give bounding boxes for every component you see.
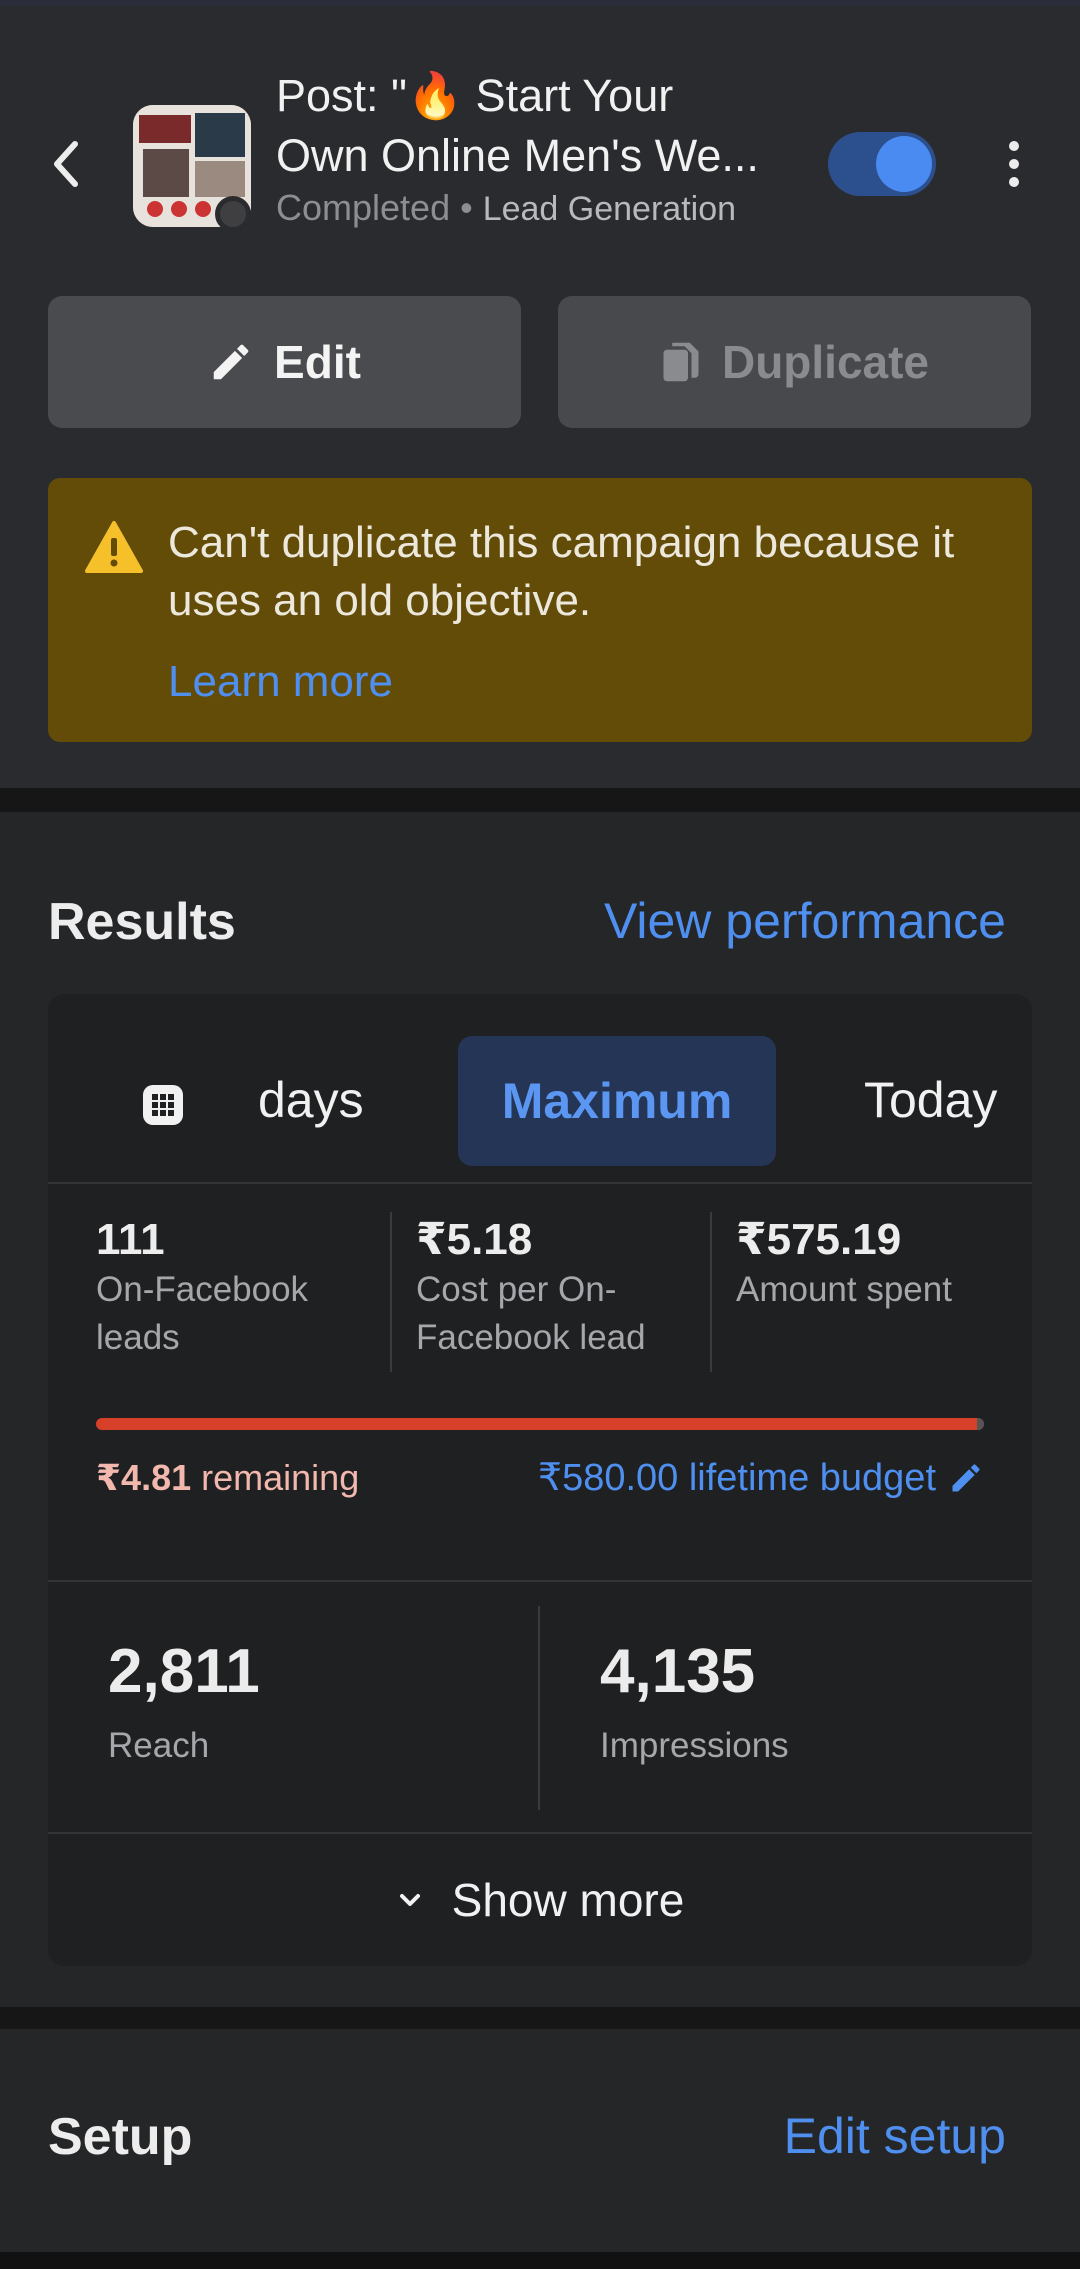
impressions-label: Impressions bbox=[600, 1726, 789, 1765]
separator: • bbox=[450, 187, 483, 228]
metric-divider bbox=[390, 1212, 392, 1372]
pencil-icon bbox=[952, 1464, 980, 1492]
pencil-icon bbox=[213, 344, 249, 380]
bottom-edge bbox=[0, 2252, 1080, 2269]
reach-label: Reach bbox=[108, 1726, 210, 1765]
remaining-label: remaining bbox=[201, 1457, 360, 1498]
section-divider bbox=[0, 788, 1080, 812]
edit-button-label: Edit bbox=[274, 336, 361, 388]
tab-today[interactable]: Today bbox=[864, 1070, 997, 1130]
budget-remaining-fill bbox=[976, 1418, 984, 1430]
toggle-knob bbox=[876, 136, 932, 192]
metric-divider bbox=[710, 1212, 712, 1372]
remaining-amount: ₹4.81 bbox=[96, 1457, 192, 1498]
warning-text: Can't duplicate this campaign because it… bbox=[168, 518, 955, 625]
results-section: Results View performance days Maximum To… bbox=[0, 812, 1080, 2007]
warning-icon bbox=[85, 521, 143, 573]
setup-section: Setup Edit setup bbox=[0, 2029, 1080, 2269]
budget-remaining: ₹4.81 remaining bbox=[96, 1454, 359, 1502]
edit-setup-link[interactable]: Edit setup bbox=[784, 2107, 1006, 2165]
metric-amount-spent: ₹575.19 Amount spent bbox=[736, 1214, 1016, 1314]
edit-button[interactable]: Edit bbox=[48, 296, 521, 428]
metric-value: ₹575.19 bbox=[736, 1215, 902, 1264]
duplicate-button[interactable]: Duplicate bbox=[558, 296, 1031, 428]
more-options-button[interactable] bbox=[994, 134, 1034, 194]
campaign-subtitle: Completed • Lead Generation bbox=[276, 186, 736, 231]
campaign-title-line2: Own Online Men's We... bbox=[276, 130, 759, 181]
show-more-button[interactable]: Show more bbox=[48, 1834, 1032, 1966]
metric-value: ₹5.18 bbox=[416, 1215, 533, 1264]
lifetime-budget-text: ₹580.00 lifetime budget bbox=[537, 1457, 936, 1499]
view-performance-link[interactable]: View performance bbox=[604, 892, 1006, 950]
card-divider bbox=[48, 1580, 1032, 1582]
metric-leads: 111 On-Facebook leads bbox=[96, 1214, 396, 1362]
results-title: Results bbox=[48, 893, 236, 951]
more-dot bbox=[1009, 159, 1019, 169]
status-text: Completed bbox=[276, 187, 451, 228]
calendar-icon[interactable] bbox=[140, 1082, 186, 1128]
duplicate-warning-banner: Can't duplicate this campaign because it… bbox=[48, 478, 1032, 742]
metric-label: Cost per On-Facebook lead bbox=[416, 1270, 646, 1357]
setup-title: Setup bbox=[48, 2108, 193, 2166]
metric-label: On-Facebook leads bbox=[96, 1270, 309, 1357]
section-divider bbox=[0, 2007, 1080, 2029]
date-range-tabs: days Maximum Today bbox=[48, 994, 1032, 1184]
metric-cost-per-lead: ₹5.18 Cost per On-Facebook lead bbox=[416, 1214, 726, 1362]
campaign-toggle[interactable] bbox=[828, 132, 936, 196]
metric-label: Amount spent bbox=[736, 1270, 952, 1309]
duplicate-icon bbox=[663, 342, 699, 382]
reach-stat: 2,811 Reach bbox=[108, 1632, 260, 1774]
status-dot bbox=[215, 196, 251, 232]
tab-days[interactable]: days bbox=[258, 1070, 364, 1130]
budget-progress-bar bbox=[96, 1418, 984, 1430]
metric-value: 111 bbox=[96, 1215, 165, 1264]
impressions-value: 4,135 bbox=[600, 1637, 756, 1706]
chevron-left-icon bbox=[54, 141, 78, 187]
back-button[interactable] bbox=[44, 134, 88, 194]
metrics-row: 111 On-Facebook leads ₹5.18 Cost per On-… bbox=[48, 1214, 1032, 1374]
show-more-label: Show more bbox=[451, 1874, 685, 1926]
tab-maximum[interactable]: Maximum bbox=[458, 1036, 776, 1166]
lifetime-budget-link[interactable]: ₹580.00 lifetime budget bbox=[538, 1454, 984, 1502]
impressions-stat: 4,135 Impressions bbox=[600, 1632, 789, 1774]
campaign-header: Post: "🔥 Start Your Own Online Men's We.… bbox=[0, 6, 1080, 250]
learn-more-link[interactable]: Learn more bbox=[168, 654, 393, 710]
stat-divider bbox=[538, 1606, 540, 1810]
actions-area: Edit Duplicate Can't duplicate this camp… bbox=[0, 250, 1080, 788]
more-dot bbox=[1009, 177, 1019, 187]
objective-text: Lead Generation bbox=[482, 190, 737, 228]
results-card: days Maximum Today 111 On-Facebook leads… bbox=[48, 994, 1032, 1966]
reach-value: 2,811 bbox=[108, 1637, 260, 1706]
campaign-title-line1: Post: "🔥 Start Your bbox=[276, 70, 674, 121]
duplicate-button-label: Duplicate bbox=[721, 336, 930, 388]
more-dot bbox=[1009, 141, 1019, 151]
chevron-down-icon bbox=[399, 1894, 420, 1906]
